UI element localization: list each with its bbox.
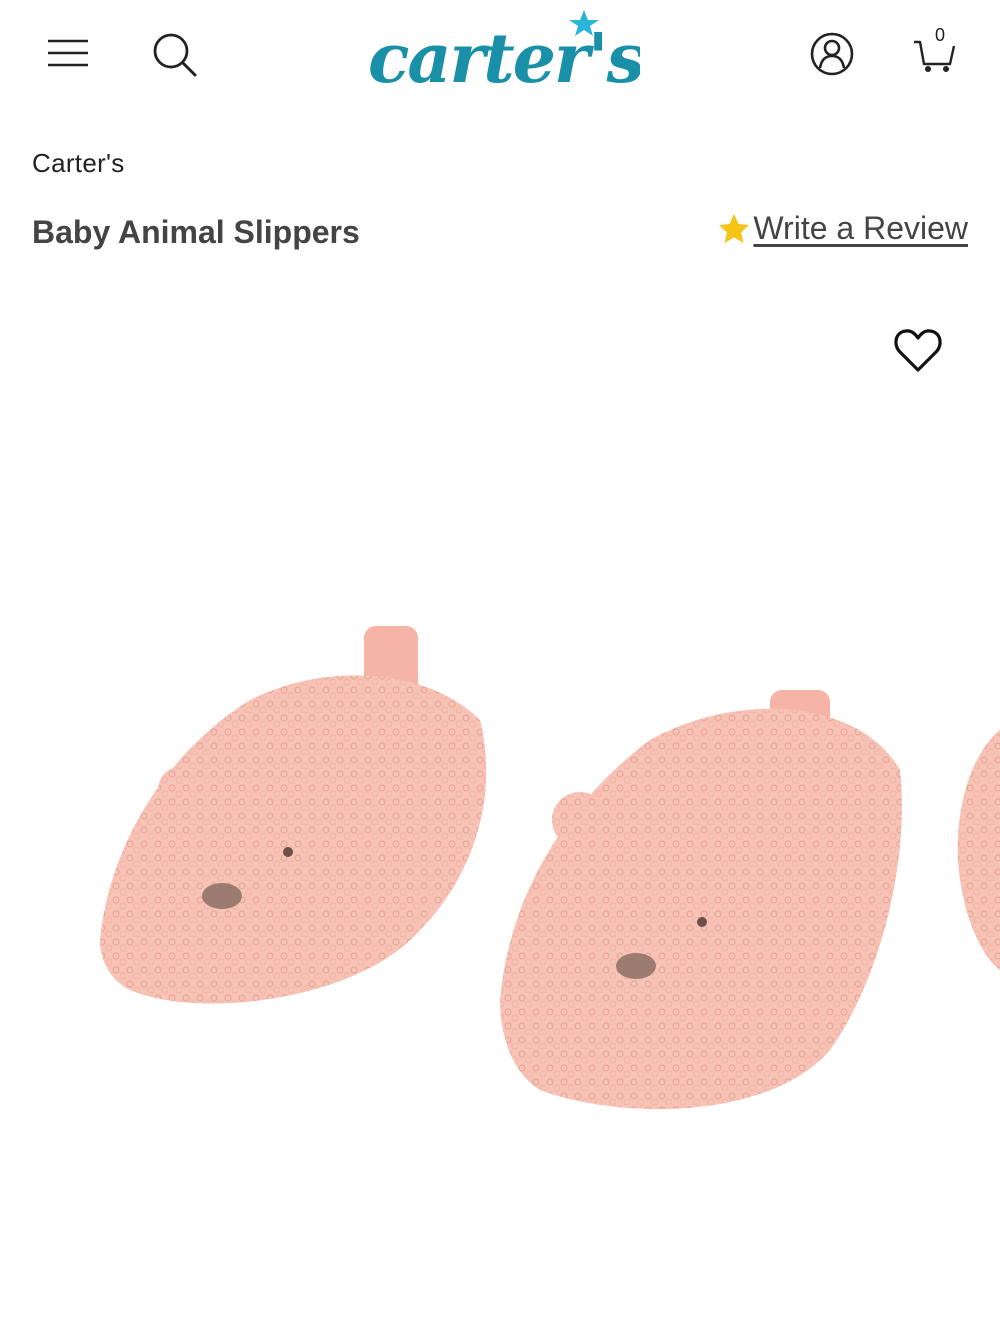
account-icon — [810, 32, 854, 76]
left-slipper — [100, 626, 487, 1004]
menu-button[interactable] — [44, 32, 92, 74]
product-page: carter's 0 Carter's Baby Animal Slippers — [0, 0, 1000, 1333]
product-brand[interactable]: Carter's — [32, 148, 125, 179]
write-review[interactable]: Write a Review — [717, 210, 968, 247]
product-image[interactable] — [0, 280, 1000, 1333]
star-icon — [719, 213, 750, 243]
partial-slipper — [957, 730, 1000, 970]
right-slipper — [500, 690, 902, 1110]
write-review-link[interactable]: Write a Review — [753, 210, 968, 247]
search-icon — [153, 33, 197, 77]
menu-icon — [48, 39, 88, 67]
search-button[interactable] — [148, 28, 200, 80]
product-title: Baby Animal Slippers — [32, 214, 360, 250]
wishlist-button[interactable] — [890, 322, 946, 378]
carters-logo[interactable]: carter's — [360, 2, 646, 102]
account-button[interactable] — [806, 28, 858, 80]
cart-button[interactable]: 0 — [908, 24, 960, 76]
svg-text:carter's: carter's — [368, 19, 640, 99]
site-header: carter's 0 — [0, 0, 1000, 110]
heart-icon — [894, 329, 942, 372]
cart-count-badge: 0 — [934, 25, 945, 45]
